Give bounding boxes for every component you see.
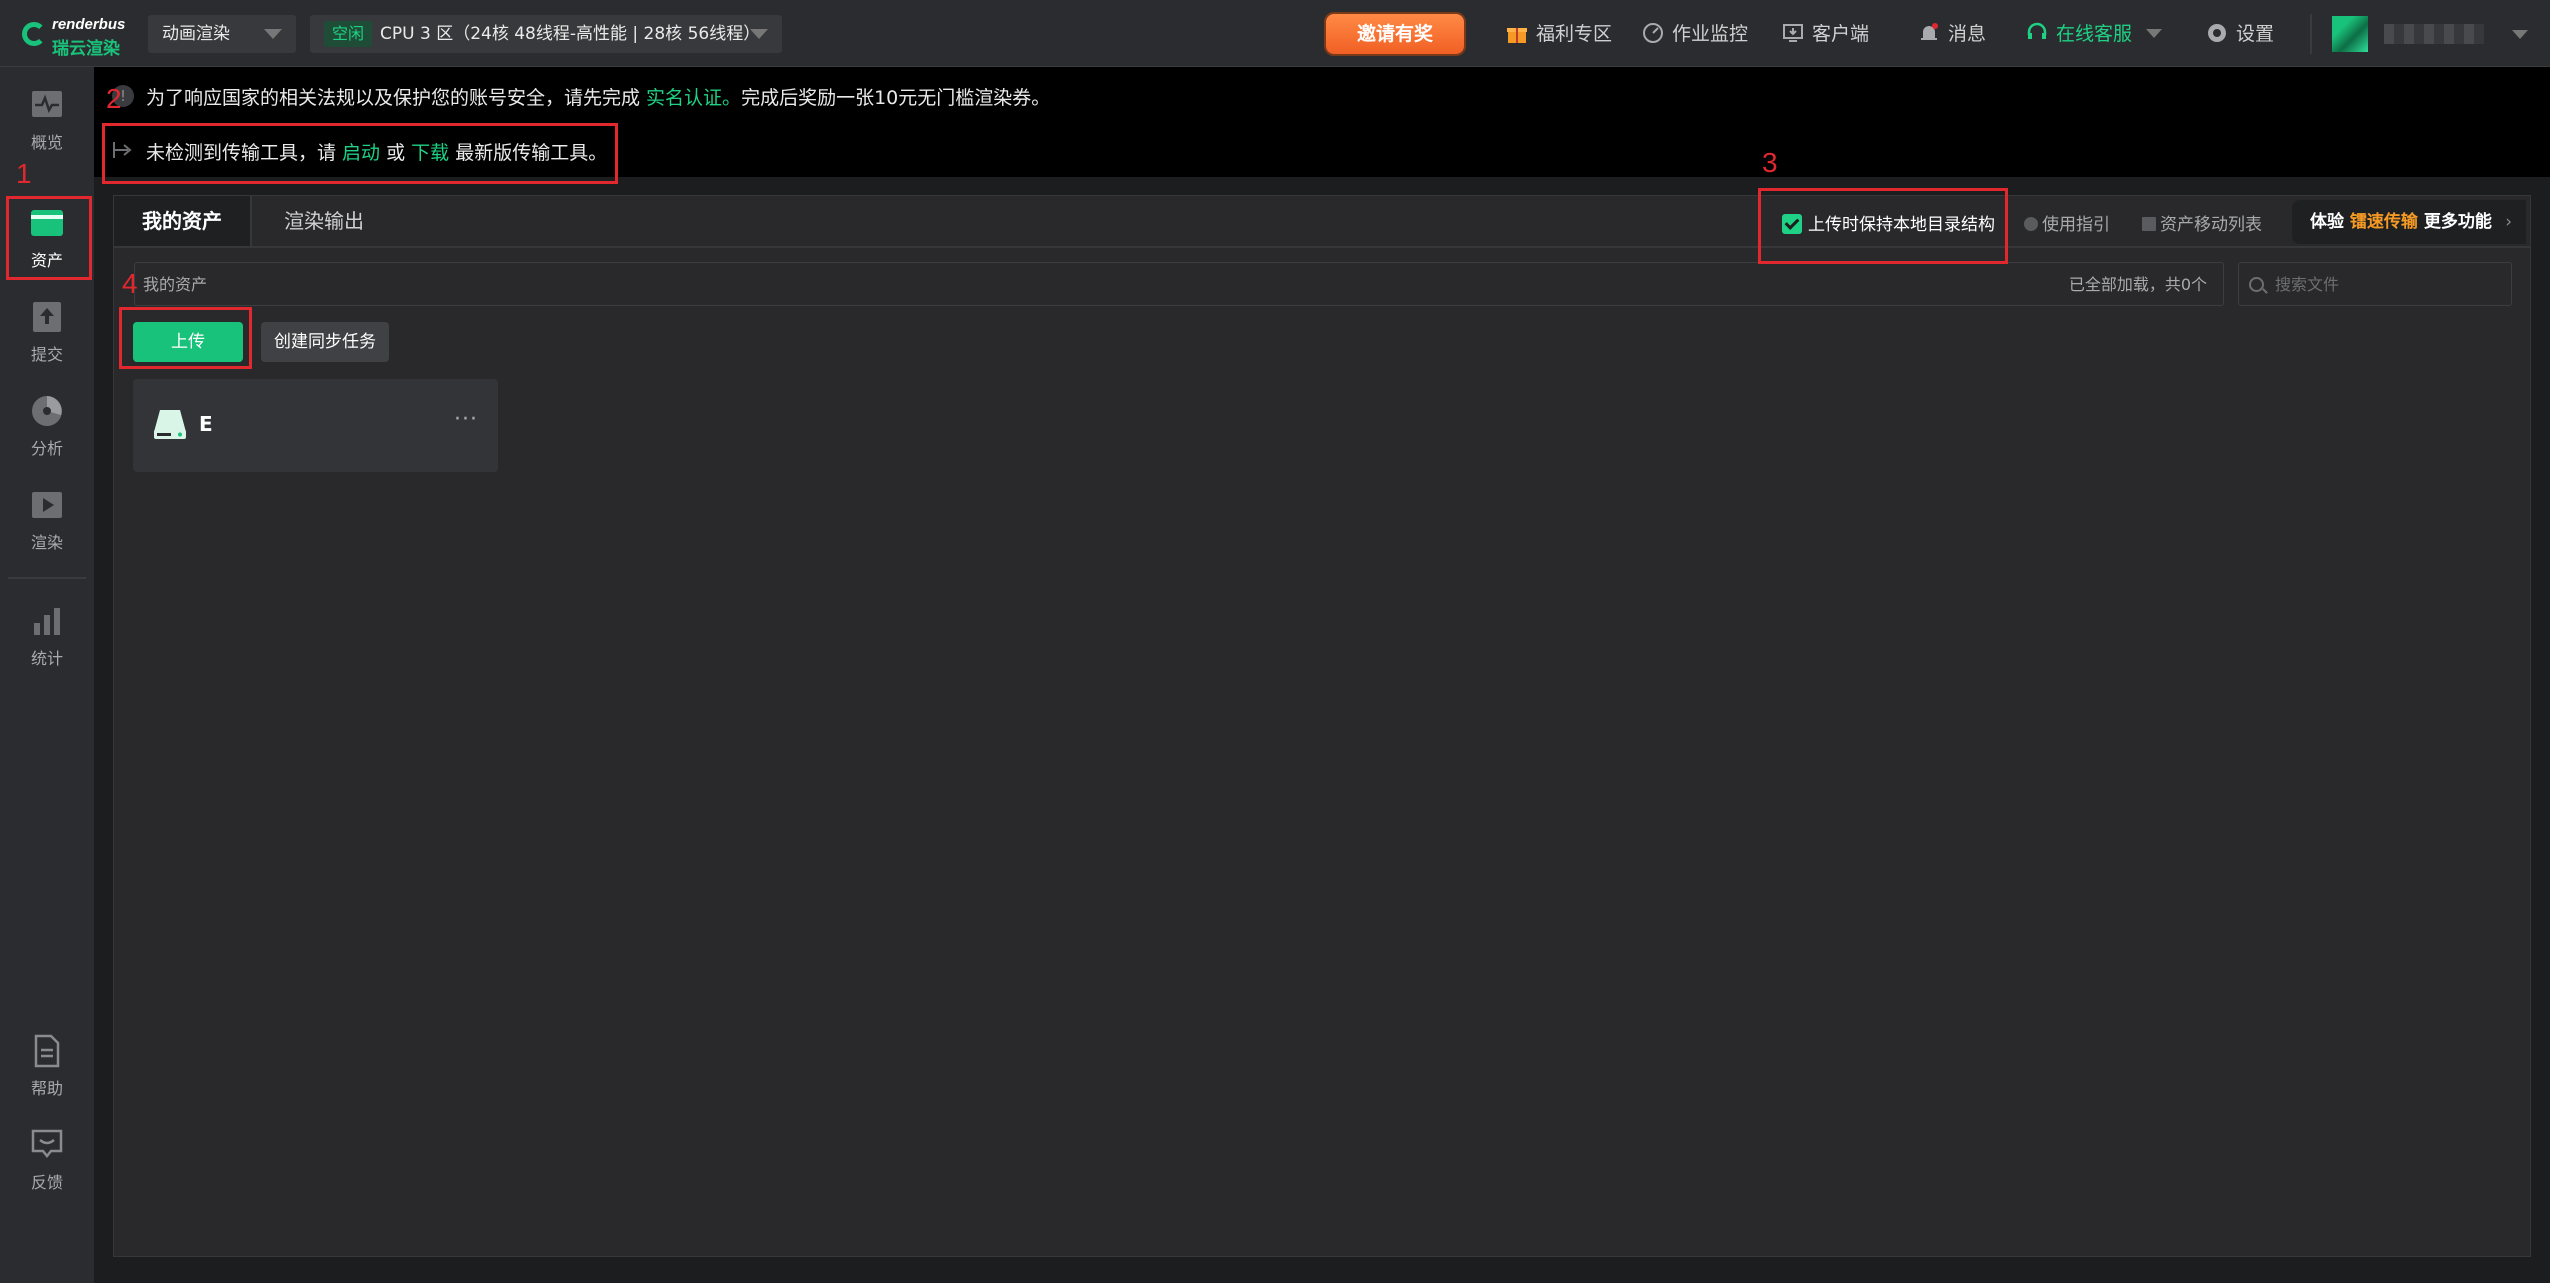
- chevron-down-icon[interactable]: [2512, 30, 2528, 39]
- sidebar-item-label: 概览: [30, 133, 63, 152]
- sidebar-item-submit[interactable]: 提交: [6, 291, 88, 371]
- realname-verify-link[interactable]: 实名认证。: [646, 87, 741, 109]
- create-sync-task-button[interactable]: 创建同步任务: [261, 322, 389, 362]
- annotation-box-2: [102, 123, 618, 184]
- sidebar-item-label: 渲染: [30, 533, 63, 552]
- film-play-icon: [32, 492, 62, 518]
- sidebar-item-label: 分析: [30, 439, 63, 458]
- pulse-chart-icon: [32, 91, 62, 117]
- render-type-value: 动画渲染: [162, 24, 230, 44]
- assets-tabs: 我的资产 渲染输出 上传时保持本地目录结构 使用指引 资产移动列表 体验 镭速传…: [114, 196, 2530, 248]
- annotation-number-2: 2: [106, 83, 122, 114]
- upload-icon: [33, 302, 61, 332]
- cluster-label: CPU 3 区（24核 48线程-高性能 | 28核 56线程）: [380, 24, 761, 44]
- load-status: 已全部加载，共0个: [2068, 275, 2207, 294]
- sidebar-item-label: 统计: [30, 649, 63, 668]
- logo-text-en: renderbus: [52, 16, 126, 33]
- more-options-icon[interactable]: ···: [454, 407, 478, 432]
- annotation-number-3: 3: [1762, 147, 1778, 178]
- avatar[interactable]: [2332, 16, 2368, 52]
- nav-messages[interactable]: 消息: [1918, 20, 1986, 48]
- cluster-select[interactable]: 空闲 CPU 3 区（24核 48线程-高性能 | 28核 56线程）: [310, 15, 782, 53]
- breadcrumb: 我的资产 已全部加载，共0个: [134, 262, 2224, 306]
- bar-chart-icon: [34, 608, 60, 635]
- search-placeholder: 搜索文件: [2275, 275, 2340, 294]
- annotation-box-4: [119, 307, 252, 369]
- desktop-download-icon: [1783, 24, 1803, 42]
- nav-messages-label: 消息: [1948, 23, 1987, 45]
- breadcrumb-root[interactable]: 我的资产: [143, 275, 207, 294]
- realname-notice-prefix: 为了响应国家的相关法规以及保护您的账号安全，请先完成: [146, 87, 647, 109]
- asset-move-list-label: 资产移动列表: [2160, 215, 2262, 235]
- bell-icon: [1921, 23, 1938, 40]
- username-blurred[interactable]: [2384, 24, 2484, 44]
- list-icon: [2142, 217, 2156, 231]
- nav-welfare[interactable]: 福利专区: [1506, 20, 1612, 48]
- invite-reward-button[interactable]: 邀请有奖: [1326, 14, 1464, 54]
- sidebar-item-help[interactable]: 帮助: [6, 1025, 88, 1105]
- sidebar-item-overview[interactable]: 概览: [6, 79, 88, 159]
- pie-analysis-icon: [32, 396, 62, 426]
- nav-job-monitor[interactable]: 作业监控: [1642, 20, 1748, 48]
- annotation-box-1: [6, 196, 92, 280]
- promo-highlight: 镭速传输: [2349, 212, 2418, 232]
- logo-ring-icon: [22, 22, 46, 46]
- gauge-icon: [1643, 23, 1663, 43]
- nav-settings[interactable]: 设置: [2206, 20, 2274, 48]
- hard-drive-icon: [154, 410, 186, 439]
- topbar-divider: [2310, 14, 2312, 54]
- sidebar-divider: [8, 577, 86, 579]
- chevron-down-icon: [2146, 29, 2163, 38]
- gift-icon: [1507, 28, 1527, 43]
- search-icon: [2249, 277, 2264, 292]
- nav-settings-label: 设置: [2236, 23, 2275, 45]
- nav-support-label: 在线客服: [2056, 23, 2133, 45]
- usage-guide-label: 使用指引: [2042, 215, 2110, 235]
- annotation-number-4: 4: [122, 268, 138, 299]
- renderbus-logo[interactable]: renderbus 瑞云渲染: [18, 14, 133, 59]
- nav-client-label: 客户端: [1812, 23, 1870, 45]
- raysync-promo[interactable]: 体验 镭速传输 更多功能 ›: [2292, 200, 2526, 244]
- chevron-down-icon: [264, 29, 282, 39]
- cluster-status-badge: 空闲: [324, 21, 373, 47]
- sidebar-item-analyze[interactable]: 分析: [6, 385, 88, 465]
- sidebar-item-label: 帮助: [30, 1079, 63, 1098]
- annotation-box-3: [1758, 188, 2008, 264]
- tab-render-output[interactable]: 渲染输出: [256, 196, 392, 246]
- sidebar-item-stats[interactable]: 统计: [6, 595, 88, 675]
- sidebar-item-label: 反馈: [30, 1173, 63, 1192]
- chevron-right-icon: ›: [2505, 212, 2512, 232]
- render-type-select[interactable]: 动画渲染: [148, 15, 296, 53]
- sidebar-item-feedback[interactable]: 反馈: [6, 1119, 88, 1199]
- promo-suffix: 更多功能: [2417, 212, 2492, 232]
- asset-move-list-link[interactable]: 资产移动列表: [2142, 210, 2262, 235]
- feedback-icon: [31, 1129, 63, 1159]
- sidebar-item-label: 提交: [30, 345, 63, 364]
- sidebar-item-render[interactable]: 渲染: [6, 479, 88, 559]
- annotation-number-1: 1: [16, 158, 32, 189]
- realname-notice-suffix: 完成后奖励一张10元无门槛渲染券。: [741, 87, 1051, 109]
- nav-online-support[interactable]: 在线客服: [2026, 20, 2163, 48]
- question-icon: [2024, 217, 2038, 231]
- usage-guide-link[interactable]: 使用指引: [2024, 210, 2110, 235]
- invite-label: 邀请有奖: [1356, 23, 1433, 45]
- assets-panel: 我的资产 渲染输出 上传时保持本地目录结构 使用指引 资产移动列表 体验 镭速传…: [113, 195, 2531, 1257]
- realname-notice: 为了响应国家的相关法规以及保护您的账号安全，请先完成 实名认证。完成后奖励一张1…: [146, 83, 1050, 110]
- nav-welfare-label: 福利专区: [1536, 23, 1613, 45]
- tab-my-assets[interactable]: 我的资产: [114, 196, 252, 246]
- document-icon: [34, 1034, 60, 1068]
- nav-client[interactable]: 客户端: [1782, 20, 1869, 48]
- promo-prefix: 体验: [2310, 212, 2350, 232]
- headset-icon: [2027, 22, 2047, 39]
- search-input[interactable]: 搜索文件: [2238, 262, 2512, 306]
- nav-job-monitor-label: 作业监控: [1672, 23, 1749, 45]
- drive-name: E: [199, 412, 213, 436]
- logo-text-cn: 瑞云渲染: [52, 39, 120, 59]
- drive-card[interactable]: E ···: [133, 379, 498, 472]
- gear-icon: [2208, 24, 2226, 42]
- top-bar: renderbus 瑞云渲染 动画渲染 空闲 CPU 3 区（24核 48线程-高…: [0, 0, 2550, 67]
- chevron-down-icon: [750, 29, 768, 39]
